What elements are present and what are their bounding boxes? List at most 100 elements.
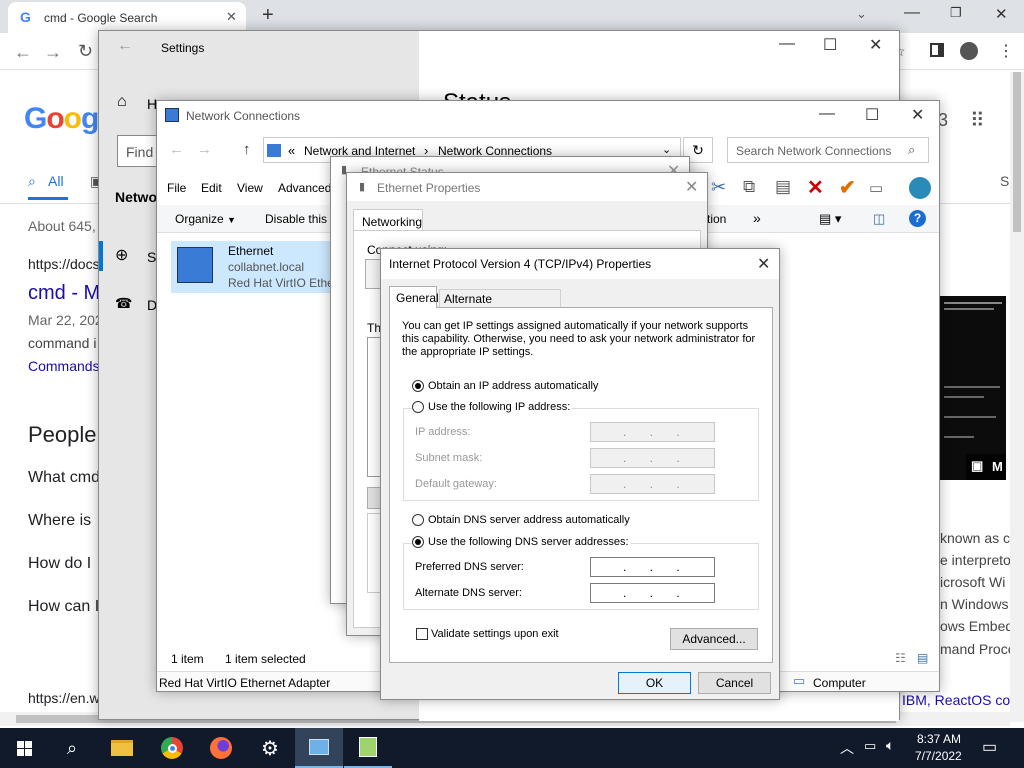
organize-button[interactable]: Organize ▼ bbox=[175, 212, 236, 226]
use-dns-label: Use the following DNS server addresses: bbox=[428, 536, 629, 548]
gateway-field[interactable]: . . . bbox=[590, 474, 715, 494]
clock-time[interactable]: 8:37 AM bbox=[917, 732, 961, 746]
page-scrollbar[interactable] bbox=[1010, 72, 1024, 722]
new-tab-button[interactable]: + bbox=[262, 4, 274, 27]
advanced-button[interactable]: Advanced... bbox=[670, 628, 758, 650]
apps-grid-icon[interactable]: ⠿ bbox=[970, 108, 985, 133]
use-dns-radio[interactable]: Use the following DNS server addresses: bbox=[412, 536, 631, 548]
subnet-mask-dots: . . . bbox=[623, 451, 680, 465]
netconn-search-box[interactable]: Search Network Connections ⌕ bbox=[727, 137, 929, 163]
result-url[interactable]: https://docs bbox=[28, 256, 100, 272]
menu-file[interactable]: File bbox=[167, 181, 186, 195]
browser-restore-icon[interactable]: ❐ bbox=[950, 5, 962, 21]
properties-icon[interactable]: ▭ bbox=[869, 179, 883, 197]
netconn-close-icon[interactable]: ✕ bbox=[911, 105, 924, 125]
tab-close-icon[interactable]: ✕ bbox=[226, 9, 237, 25]
details-view-icon[interactable]: ☷ bbox=[895, 651, 906, 665]
show-hidden-icons[interactable]: ︿ bbox=[840, 738, 854, 758]
copy-icon[interactable]: ⧉ bbox=[743, 177, 755, 197]
file-explorer-button[interactable] bbox=[98, 728, 146, 768]
right-link[interactable]: IBM, ReactOS co bbox=[902, 692, 1010, 708]
menu-view[interactable]: View bbox=[237, 181, 263, 195]
volume-tray-icon[interactable]: 🔈︎ bbox=[886, 737, 894, 754]
cmd-image-thumbnail[interactable] bbox=[940, 296, 1006, 480]
globe-network-icon[interactable] bbox=[909, 177, 931, 199]
checkmark-icon[interactable]: ✔ bbox=[839, 175, 856, 200]
settings-back-icon[interactable]: ← bbox=[117, 37, 133, 55]
question-item[interactable]: How do I bbox=[28, 555, 91, 573]
question-item[interactable]: What cmd bbox=[28, 469, 100, 487]
preview-pane-icon[interactable]: ◫ bbox=[873, 211, 885, 227]
network-tray-icon[interactable]: ▭ bbox=[864, 738, 876, 754]
view-options-icon[interactable]: ▤ ▾ bbox=[819, 211, 841, 227]
tab-general[interactable]: General bbox=[389, 286, 439, 308]
profile-avatar-icon[interactable] bbox=[960, 42, 978, 60]
filter-all-tab[interactable]: All bbox=[48, 173, 64, 189]
result-link[interactable]: Commands bbox=[28, 358, 100, 374]
question-item[interactable]: Where is bbox=[28, 512, 91, 530]
organize-label: Organize bbox=[175, 212, 224, 226]
notepad-button[interactable] bbox=[344, 728, 392, 768]
ipv4-close-icon[interactable]: ✕ bbox=[757, 254, 770, 274]
ethernet-adapter-item[interactable]: Ethernet collabnet.local Red Hat VirtIO … bbox=[171, 241, 341, 293]
obtain-ip-radio[interactable]: Obtain an IP address automatically bbox=[412, 380, 598, 392]
settings-close-icon[interactable]: ✕ bbox=[869, 35, 882, 55]
forward-arrow-icon[interactable]: → bbox=[44, 42, 62, 63]
nav-forward-icon[interactable]: → bbox=[197, 141, 212, 158]
image-icon: ▣ bbox=[971, 458, 984, 473]
netconn-maximize-icon[interactable]: ☐ bbox=[865, 105, 879, 125]
tab-search-icon[interactable]: ⌄ bbox=[856, 6, 867, 22]
more-commands-button[interactable]: » bbox=[753, 210, 761, 226]
notifications-icon[interactable]: ▭ bbox=[982, 737, 997, 757]
result-title[interactable]: cmd - M bbox=[28, 282, 100, 305]
back-arrow-icon[interactable]: ← bbox=[14, 42, 32, 63]
preferred-dns-label: Preferred DNS server: bbox=[415, 561, 524, 573]
right-tab-letter[interactable]: S bbox=[1000, 173, 1009, 189]
disable-device-button[interactable]: Disable this n bbox=[265, 212, 337, 226]
delete-icon[interactable]: ✕ bbox=[807, 175, 824, 200]
nav-up-icon[interactable]: ↑ bbox=[243, 141, 251, 158]
google-logo[interactable]: Googl bbox=[24, 102, 107, 136]
browser-close-icon[interactable]: ✕ bbox=[995, 5, 1008, 23]
browser-tab[interactable]: G cmd - Google Search ✕ bbox=[8, 2, 246, 33]
use-ip-radio[interactable]: Use the following IP address: bbox=[412, 401, 573, 413]
clock-date[interactable]: 7/7/2022 bbox=[915, 749, 962, 763]
ip-address-field[interactable]: . . . bbox=[590, 422, 715, 442]
taskbar-search-button[interactable]: ⌕ bbox=[48, 728, 96, 768]
start-button[interactable] bbox=[0, 728, 48, 768]
nav-back-icon[interactable]: ← bbox=[169, 141, 184, 158]
netconn-minimize-icon[interactable]: — bbox=[819, 105, 835, 123]
settings-button[interactable]: ⚙ bbox=[246, 728, 294, 768]
cancel-button[interactable]: Cancel bbox=[698, 672, 771, 694]
tiles-view-icon[interactable]: ▤ bbox=[917, 651, 928, 665]
address-dropdown-icon[interactable]: ⌄ bbox=[662, 143, 671, 156]
chrome-button[interactable] bbox=[148, 728, 196, 768]
help-icon[interactable]: ? bbox=[909, 210, 926, 227]
subnet-mask-field[interactable]: . . . bbox=[590, 448, 715, 468]
question-item[interactable]: How can I bbox=[28, 598, 99, 616]
alternate-dns-field[interactable]: . . . bbox=[590, 583, 715, 603]
validate-checkbox[interactable]: Validate settings upon exit bbox=[416, 628, 559, 640]
preferred-dns-field[interactable]: . . . bbox=[590, 557, 715, 577]
image-badge[interactable]: ▣ M bbox=[966, 454, 1006, 480]
obtain-dns-radio[interactable]: Obtain DNS server address automatically bbox=[412, 514, 630, 526]
browser-menu-icon[interactable]: ⋮ bbox=[998, 41, 1014, 61]
settings-maximize-icon[interactable]: ☐ bbox=[823, 35, 837, 55]
home-icon[interactable]: ⌂ bbox=[117, 93, 127, 111]
network-connections-taskbar-button[interactable] bbox=[295, 728, 343, 768]
menu-advanced[interactable]: Advanced bbox=[278, 181, 331, 195]
firefox-button[interactable] bbox=[197, 728, 245, 768]
ipv4-properties-dialog: Internet Protocol Version 4 (TCP/IPv4) P… bbox=[380, 248, 780, 700]
settings-minimize-icon[interactable]: — bbox=[779, 35, 795, 53]
tab-alternate-configuration[interactable]: Alternate Configuration bbox=[439, 289, 561, 320]
tab-networking[interactable]: Networking bbox=[353, 209, 423, 231]
cut-icon[interactable]: ✂ bbox=[711, 177, 726, 198]
bottom-url[interactable]: https://en.w bbox=[28, 690, 100, 706]
side-panel-icon[interactable] bbox=[930, 43, 944, 57]
menu-edit[interactable]: Edit bbox=[201, 181, 222, 195]
reload-icon[interactable]: ↻ bbox=[78, 41, 93, 62]
eth-props-close-icon[interactable]: ✕ bbox=[685, 177, 698, 197]
ok-button[interactable]: OK bbox=[618, 672, 691, 694]
browser-minimize-icon[interactable]: — bbox=[904, 4, 920, 22]
paste-icon[interactable]: ▤ bbox=[775, 177, 791, 197]
